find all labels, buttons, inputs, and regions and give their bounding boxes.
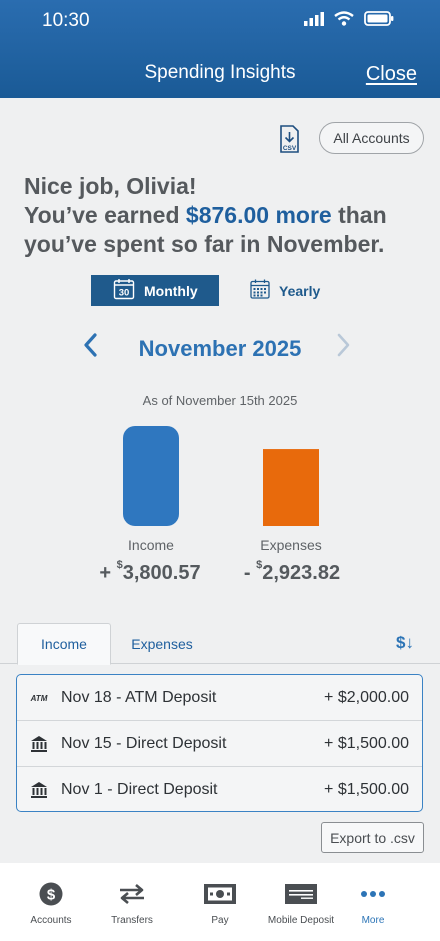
more-dots-icon — [360, 881, 386, 907]
transaction-description: Nov 18 - ATM Deposit — [61, 688, 217, 706]
list-item[interactable]: ATM Nov 18 - ATM Deposit + $2,000.00 — [17, 675, 422, 721]
income-bar — [123, 426, 179, 526]
transaction-amount: + $2,000.00 — [324, 688, 409, 706]
savings-headline: Nice job, Olivia! You’ve earned $876.00 … — [24, 172, 424, 259]
tab-income[interactable]: Income — [17, 623, 111, 665]
dollar-circle-icon: $ — [39, 881, 63, 907]
transaction-amount: + $1,500.00 — [324, 781, 409, 798]
all-accounts-button[interactable]: All Accounts — [319, 122, 424, 154]
atm-icon: ATM — [17, 693, 61, 703]
transaction-tabs: Income Expenses $↓ — [0, 623, 440, 665]
wifi-icon — [334, 11, 354, 31]
transaction-list: ATM Nov 18 - ATM Deposit + $2,000.00 Nov… — [16, 674, 423, 812]
signal-icon — [304, 11, 324, 31]
svg-text:CSV: CSV — [283, 145, 297, 152]
headline-greeting: Nice job, Olivia! — [24, 173, 197, 199]
calendar-grid-icon — [250, 279, 270, 302]
battery-icon — [364, 11, 394, 31]
next-month-chevron-icon[interactable] — [334, 333, 352, 362]
transfer-arrows-icon — [119, 881, 145, 907]
income-amount: + $3,800.57 — [99, 559, 201, 584]
svg-text:ATM: ATM — [30, 694, 48, 703]
list-item[interactable]: Nov 1 - Direct Deposit + $1,500.00 — [17, 767, 422, 811]
yearly-label: Yearly — [279, 282, 321, 299]
income-caption: Income — [128, 537, 174, 553]
income-expense-bars — [123, 426, 319, 526]
calendar-day-icon: 30 — [113, 278, 135, 303]
as-of-date: As of November 15th 2025 — [142, 393, 298, 408]
sort-amount-icon[interactable]: $↓ — [396, 633, 414, 653]
svg-text:30: 30 — [119, 288, 130, 299]
nav-mobile-deposit[interactable]: Mobile Deposit — [262, 863, 340, 941]
bank-icon — [17, 781, 61, 799]
nav-transfers[interactable]: Transfers — [97, 863, 167, 941]
cash-icon — [204, 881, 236, 907]
expenses-caption: Expenses — [260, 537, 322, 553]
close-button[interactable]: Close — [366, 63, 417, 86]
monthly-toggle[interactable]: 30 Monthly — [91, 275, 219, 306]
transaction-amount: + $1,500.00 — [324, 734, 409, 752]
monthly-label: Monthly — [144, 282, 198, 299]
check-deposit-icon — [285, 881, 317, 907]
csv-download-icon[interactable]: CSV — [276, 125, 302, 158]
expenses-bar — [263, 449, 319, 526]
headline-amount: $876.00 more — [185, 202, 332, 228]
transaction-description: Nov 1 - Direct Deposit — [61, 781, 218, 798]
headline-message: You’ve earned $876.00 more than you’ve s… — [24, 202, 387, 257]
nav-more[interactable]: More — [338, 863, 408, 941]
expenses-amount: - $2,923.82 — [243, 559, 341, 584]
export-csv-button[interactable]: Export to .csv — [321, 822, 424, 853]
bottom-navigation: $ Accounts Transfers Pay Mobile Deposit … — [0, 863, 440, 941]
status-icons — [304, 11, 394, 31]
list-item[interactable]: Nov 15 - Direct Deposit + $1,500.00 — [17, 721, 422, 767]
bank-icon — [17, 735, 61, 753]
yearly-toggle[interactable]: Yearly — [250, 275, 320, 306]
svg-text:$: $ — [47, 887, 56, 904]
nav-accounts[interactable]: $ Accounts — [16, 863, 86, 941]
app-header: 10:30 Spending Insights Close — [0, 0, 440, 98]
status-time: 10:30 — [42, 10, 90, 31]
transaction-description: Nov 15 - Direct Deposit — [61, 734, 227, 752]
tab-expenses[interactable]: Expenses — [117, 623, 207, 664]
nav-pay[interactable]: Pay — [185, 863, 255, 941]
month-label: November 2025 — [138, 336, 302, 361]
